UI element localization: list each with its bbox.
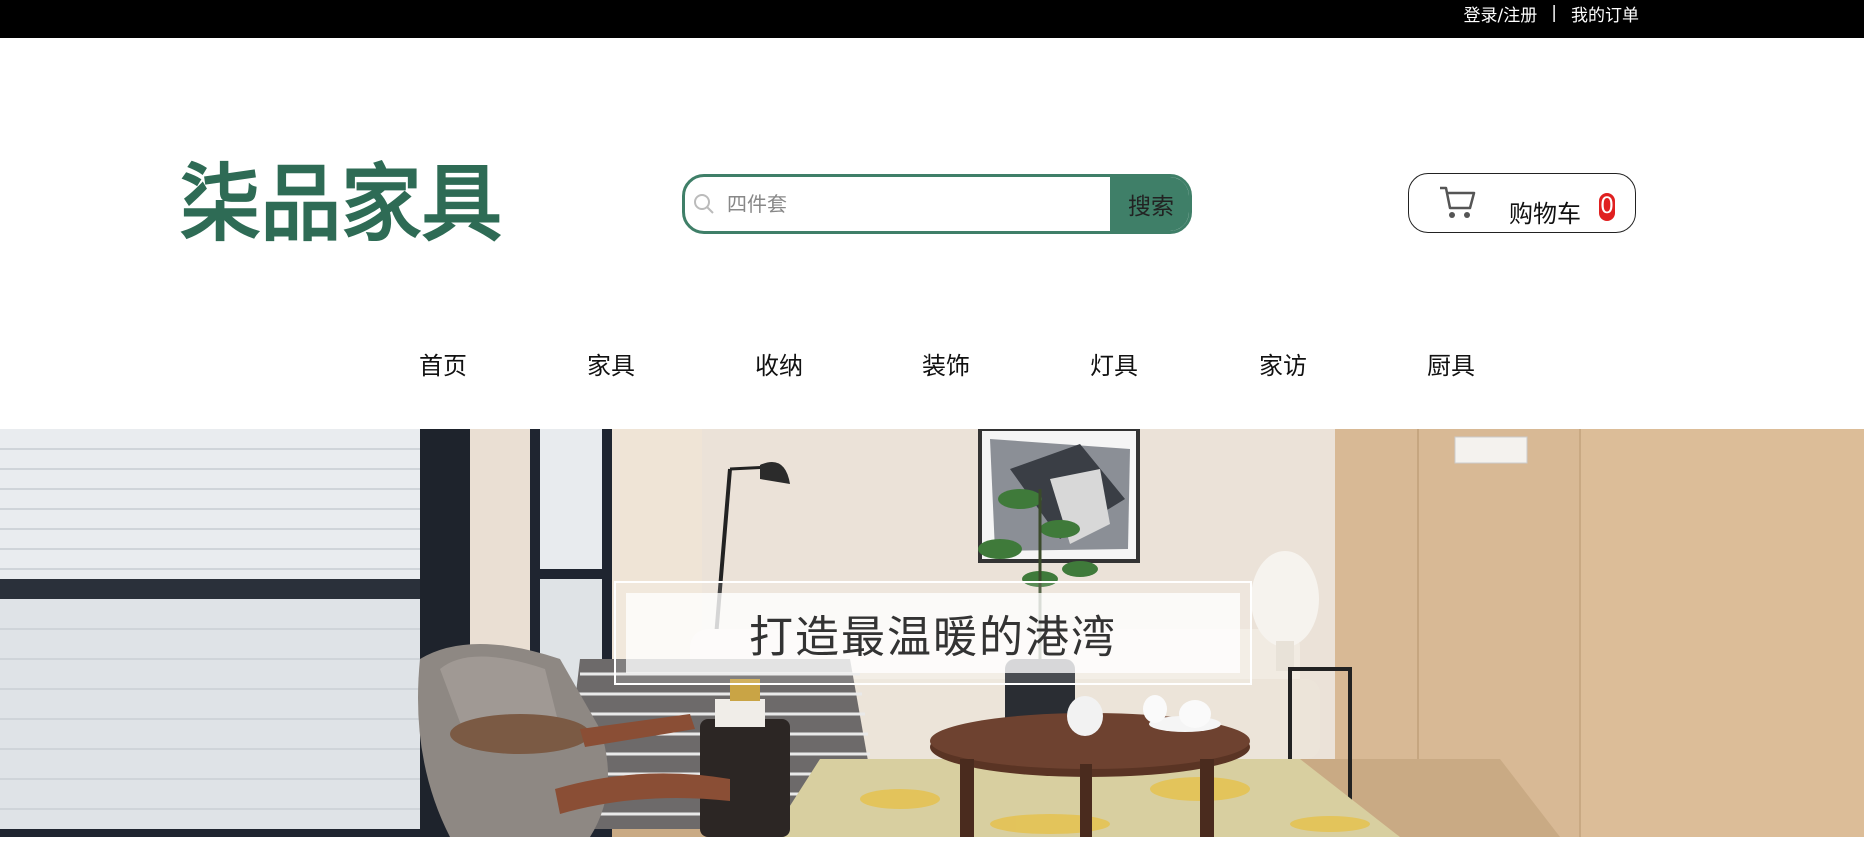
slogan-panel: 打造最温暖的港湾 [626, 593, 1240, 673]
cart-label: 购物车 [1509, 200, 1581, 228]
search-button[interactable]: 搜索 [1110, 177, 1189, 231]
banner-slogan: 打造最温暖的港湾 [749, 612, 1117, 663]
top-bar: 登录/注册 | 我的订单 [0, 0, 1864, 38]
cart-button[interactable]: 购物车 0 [1408, 173, 1636, 233]
nav-item-lighting[interactable]: 灯具 [1090, 346, 1138, 381]
nav-item-home-visit[interactable]: 家访 [1259, 346, 1307, 381]
nav-item-kitchen[interactable]: 厨具 [1427, 346, 1475, 381]
nav-item-decor[interactable]: 装饰 [922, 346, 970, 381]
search-bar: 搜索 [682, 174, 1192, 234]
cart-icon [1436, 180, 1480, 228]
hero-banner[interactable]: 打造最温暖的港湾 [0, 429, 1864, 837]
svg-text:柒品家具: 柒品家具 [180, 155, 502, 251]
search-input[interactable] [723, 177, 1110, 231]
cart-count-badge: 0 [1599, 193, 1615, 221]
search-icon [685, 177, 723, 231]
my-orders-link[interactable]: 我的订单 [1571, 1, 1639, 26]
site-logo[interactable]: 柒品家具 [180, 155, 502, 253]
slogan-frame: 打造最温暖的港湾 [614, 581, 1252, 685]
main-nav: 首页 家具 收纳 装饰 灯具 家访 厨具 [0, 346, 1864, 382]
account-links: 登录/注册 | 我的订单 [1464, 0, 1639, 26]
login-register-link[interactable]: 登录/注册 [1464, 1, 1538, 26]
separator: | [1551, 3, 1557, 23]
nav-item-home[interactable]: 首页 [419, 346, 467, 381]
nav-item-furniture[interactable]: 家具 [587, 346, 635, 381]
nav-item-storage[interactable]: 收纳 [755, 346, 803, 381]
